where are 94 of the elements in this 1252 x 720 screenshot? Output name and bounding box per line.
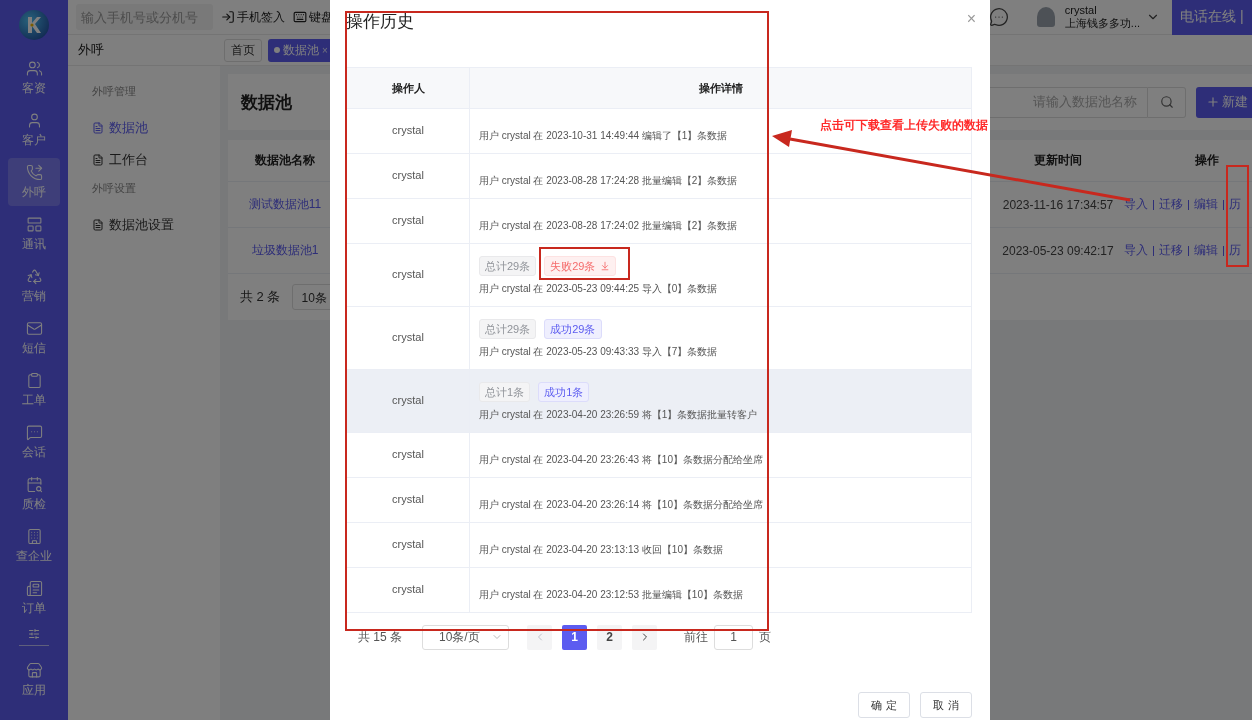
table-cell: crystal [347, 568, 470, 612]
table-cell-text: 2023-05-23 09:42:17 [1001, 243, 1115, 258]
table-cell: crystal [347, 523, 470, 567]
document-icon [92, 122, 104, 134]
action-link[interactable]: 迁移 [1159, 242, 1183, 259]
page-size-select[interactable]: 10条/页 [422, 624, 509, 650]
table-cell-text: 用户 crystal 在 2023-10-31 14:49:44 编辑了【1】条数据 [479, 129, 729, 143]
table-cell-text: 用户 crystal 在 2023-04-20 23:26:14 将【10】条数据分配给坐席 [479, 498, 764, 512]
column-header: 操作 [1194, 152, 1220, 169]
toolbar-button[interactable]: 手机签入 [221, 8, 285, 26]
status-button[interactable]: 电话在线 | [1172, 0, 1252, 35]
calendar-search-icon [25, 475, 43, 493]
table-cell-text: 用户 crystal 在 2023-08-28 17:24:28 批量编辑【2】条数据 [479, 174, 739, 188]
store-icon [25, 661, 43, 679]
page-tab[interactable]: 首页 [224, 38, 262, 62]
column-header: 操作详情 [697, 80, 744, 96]
document-icon [92, 219, 104, 231]
action-link[interactable]: 编辑 [1194, 242, 1218, 259]
page-input[interactable]: 1 [714, 624, 753, 650]
page-suffix: 页 [759, 628, 771, 646]
sidebar-item[interactable]: 工单 [8, 366, 60, 414]
company-name: 上海钱多多功... [1064, 17, 1140, 30]
chat-icon[interactable] [988, 7, 1009, 27]
goto-label: 前往 [684, 628, 708, 646]
table-cell: crystal [347, 370, 470, 432]
search-icon [1159, 95, 1174, 109]
search-button[interactable] [1148, 86, 1186, 118]
sidebar-item[interactable]: 应用 [8, 656, 60, 704]
page-button[interactable]: 2 [597, 624, 622, 650]
action-link[interactable]: 历 [1229, 242, 1241, 259]
close-button[interactable]: × [966, 10, 976, 28]
new-button[interactable]: 新建 [1196, 86, 1252, 118]
column-header: 更新时间 [1033, 152, 1083, 169]
sidebar-item[interactable]: 会话 [8, 418, 60, 466]
download-icon[interactable] [599, 261, 610, 271]
cancel-button[interactable]: 取 消 [920, 692, 972, 718]
status-tag[interactable]: 失败29条 [544, 256, 616, 276]
table-cell-text: 用户 crystal 在 2023-04-20 23:12:53 批量编辑【10】条数据 [479, 588, 744, 602]
building-icon [25, 527, 43, 545]
sidebar-item[interactable]: 营销 [8, 262, 60, 310]
action-link[interactable]: 迁移 [1159, 196, 1183, 213]
action-link[interactable]: 编辑 [1194, 196, 1218, 213]
breadcrumb: 外呼 [77, 41, 105, 59]
sidebar-item[interactable]: 客户 [8, 106, 60, 154]
recycle-icon [25, 267, 43, 285]
sidebar-item[interactable]: 通讯 [8, 210, 60, 258]
table-cell: crystal [347, 433, 470, 477]
action-link[interactable]: 导入 [1124, 242, 1148, 259]
column-header: 数据池名称 [254, 152, 316, 169]
status-tag: 成功1条 [538, 382, 590, 402]
sidebar-item[interactable]: 客资 [8, 54, 60, 102]
users-icon [25, 59, 43, 77]
dialog-title: 操作历史 [346, 11, 414, 33]
sidebar-item[interactable]: 质检 [8, 470, 60, 518]
table-cell-text: 用户 crystal 在 2023-04-20 23:26:59 将【1】条数据批量转客户 [479, 408, 759, 422]
panel-icon [25, 215, 43, 233]
sidebar-item[interactable]: 短信 [8, 314, 60, 362]
page-title: 数据池 [241, 91, 292, 114]
table-cell-text: 用户 crystal 在 2023-04-20 23:13:13 收回【10】条数据 [479, 543, 724, 557]
logo [19, 10, 49, 40]
annotation-note: 点击可下载查看上传失败的数据 [820, 117, 988, 134]
page-button[interactable]: 1 [562, 624, 587, 650]
table-cell-text: 用户 crystal 在 2023-08-28 17:24:02 批量编辑【2】条数据 [479, 219, 739, 233]
newspaper-icon [25, 579, 43, 597]
keyboard-icon [293, 10, 307, 24]
sliders-icon[interactable] [28, 628, 40, 640]
status-tag: 总计1条 [479, 382, 531, 402]
sidebar-item[interactable]: 订单 [8, 574, 60, 622]
total-count: 共 15 条 [358, 628, 402, 646]
document-icon [92, 154, 104, 166]
table-cell: crystal [347, 478, 470, 522]
confirm-button[interactable]: 确 定 [858, 692, 910, 718]
next-page-button[interactable] [632, 624, 657, 650]
menu-item[interactable]: 数据池设置 [92, 210, 220, 240]
message-icon [25, 423, 43, 441]
sign-in-icon [221, 10, 235, 24]
total-count: 共 2 条 [240, 288, 281, 306]
phone-forward-icon [25, 163, 43, 181]
menu-item[interactable]: 工作台 [92, 145, 220, 175]
user-name: crystal [1064, 4, 1098, 17]
plus-icon [1206, 95, 1220, 109]
table-cell-text: 用户 crystal 在 2023-05-23 09:43:33 导入【7】条数据 [479, 345, 719, 359]
mail-icon [25, 319, 43, 337]
status-tag: 总计29条 [479, 256, 537, 276]
status-tag: 总计29条 [479, 319, 537, 339]
clipboard-icon [25, 371, 43, 389]
menu-item[interactable]: 数据池 [92, 113, 220, 143]
status-tag: 成功29条 [544, 319, 602, 339]
table-cell-text: 用户 crystal 在 2023-05-23 09:44:25 导入【0】条数据 [479, 282, 719, 296]
table-cell-text: 用户 crystal 在 2023-04-20 23:26:43 将【10】条数据分配给坐席 [479, 453, 764, 467]
action-link[interactable]: 历 [1229, 196, 1241, 213]
avatar [1036, 7, 1055, 27]
sidebar-item[interactable]: 查企业 [8, 522, 60, 570]
table-cell-text: 2023-11-16 17:34:57 [1001, 197, 1115, 212]
